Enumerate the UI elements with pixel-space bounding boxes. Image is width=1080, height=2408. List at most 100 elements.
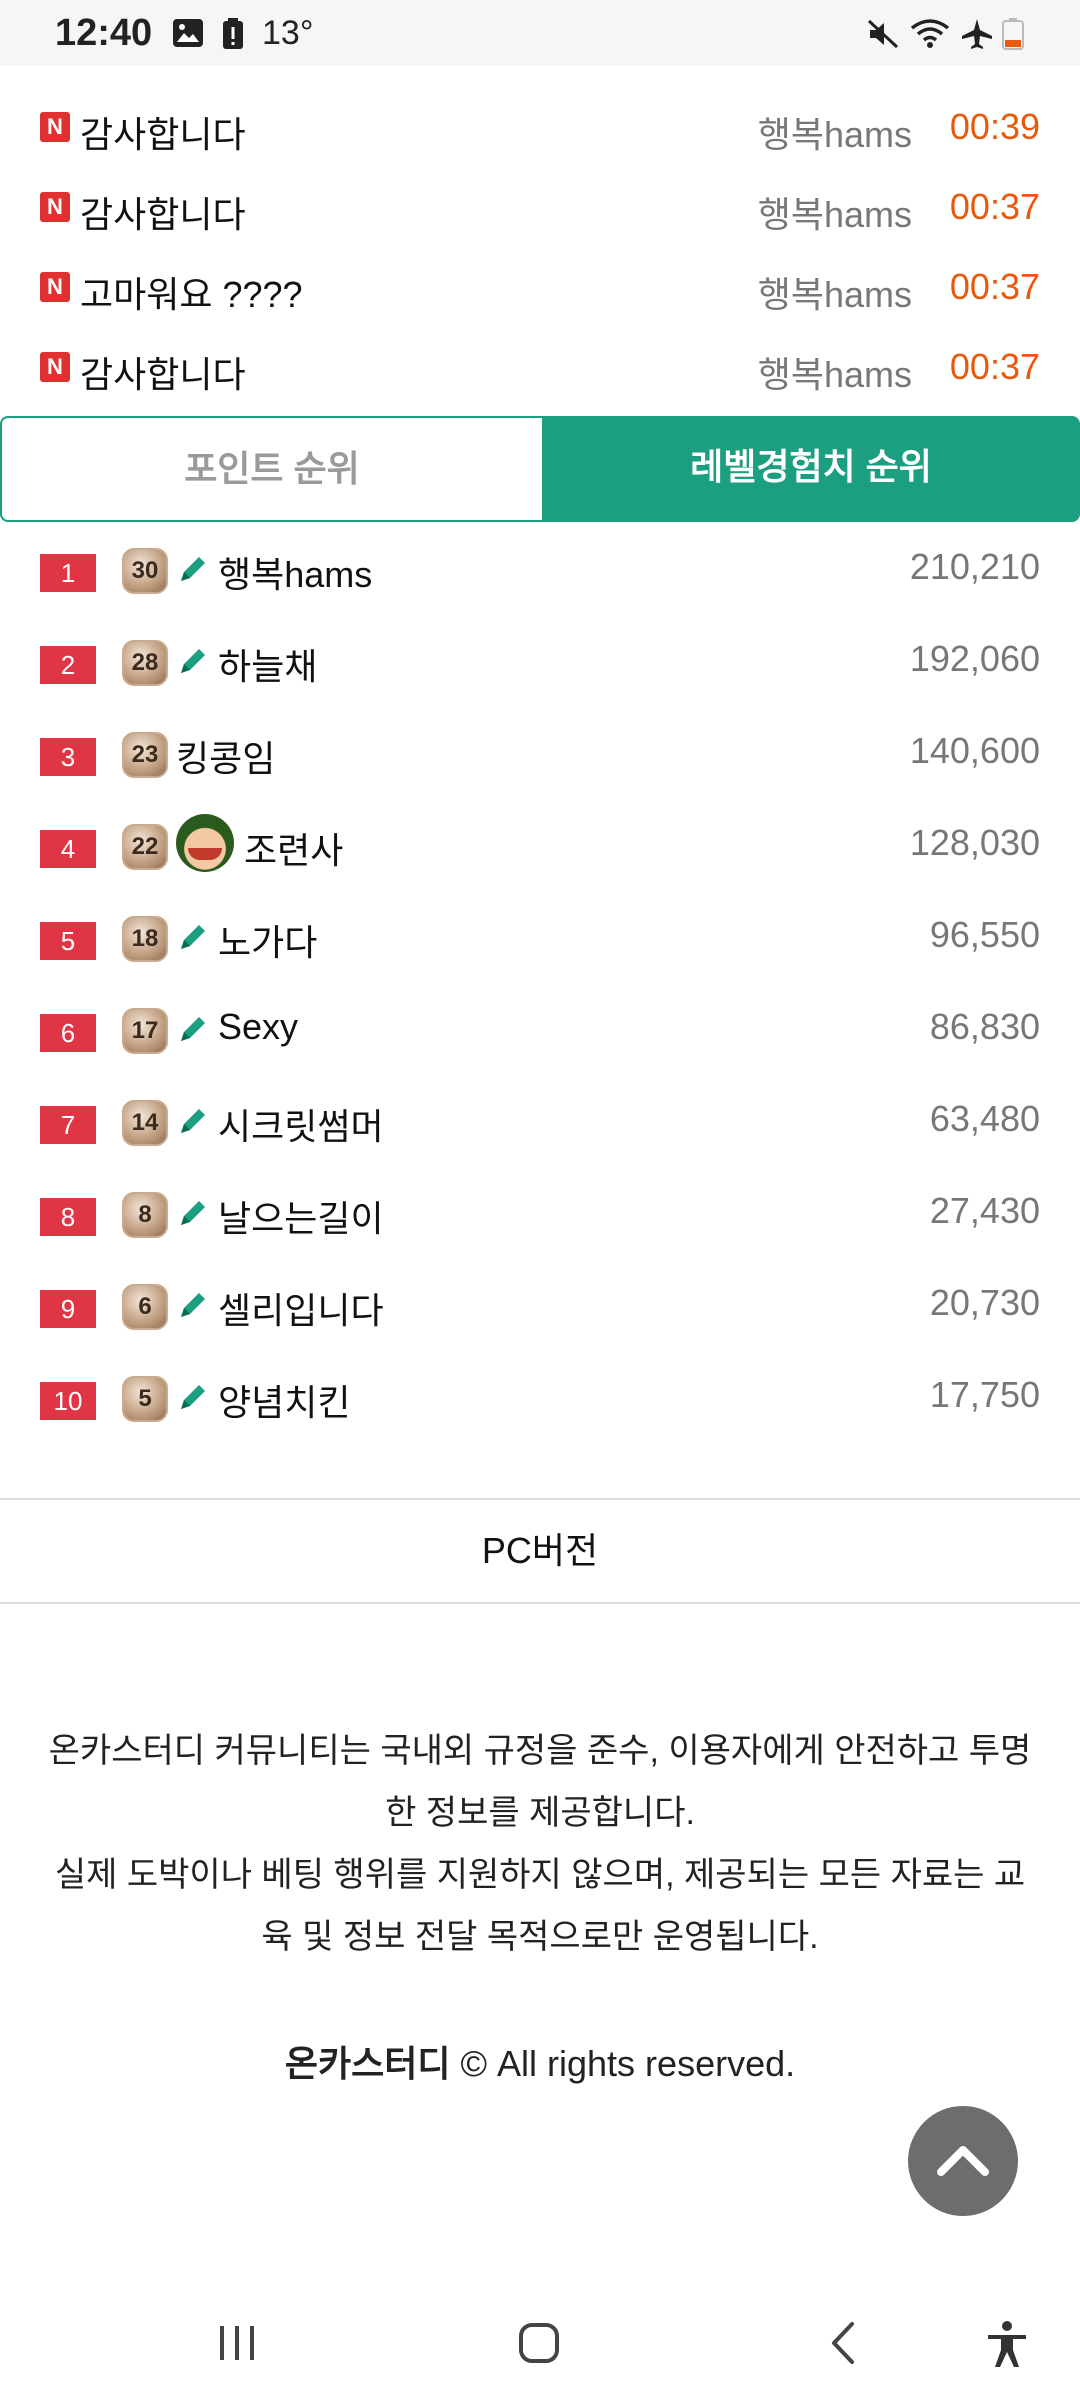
level-badge-icon: 8 <box>122 1192 168 1238</box>
pc-version-link[interactable]: PC버전 <box>0 1498 1080 1604</box>
level-badge-icon: 23 <box>122 732 168 778</box>
accessibility-icon[interactable] <box>984 2320 1030 2370</box>
member-score: 140,600 <box>909 730 1040 771</box>
ranking-row[interactable]: 3 23 킹콩임 140,600 <box>0 706 1080 798</box>
pencil-icon <box>181 649 205 673</box>
back-icon[interactable] <box>822 2320 868 2366</box>
feed-item[interactable]: N 감사합니다 행복hams 00:37 <box>0 168 1080 248</box>
member-score: 192,060 <box>909 638 1040 679</box>
pencil-icon <box>181 557 205 581</box>
member-name[interactable]: 날으는길이 <box>218 1190 384 1242</box>
chevron-up-icon <box>937 2146 989 2176</box>
feed-title[interactable]: 고마워요 ???? <box>80 266 303 318</box>
footer-line-2: 실제 도박이나 베팅 행위를 지원하지 않으며, 제공되는 모든 자료는 교육 … <box>54 1856 1026 1956</box>
new-badge: N <box>40 112 70 142</box>
tab-level-exp-ranking[interactable]: 레벨경험치 순위 <box>542 416 1080 522</box>
recent-apps-icon[interactable] <box>214 2320 260 2366</box>
new-badge: N <box>40 272 70 302</box>
member-name[interactable]: 행복hams <box>218 546 372 598</box>
footer-line-1: 온카스터디 커뮤니티는 국내외 규정을 준수, 이용자에게 안전하고 투명한 정… <box>48 1732 1032 1832</box>
pencil-icon <box>181 925 205 949</box>
footer-disclaimer: 온카스터디 커뮤니티는 국내외 규정을 준수, 이용자에게 안전하고 투명한 정… <box>40 1720 1040 1968</box>
ranking-row[interactable]: 7 14 시크릿썸머 63,480 <box>0 1074 1080 1166</box>
mute-icon <box>867 19 899 49</box>
member-name[interactable]: 시크릿썸머 <box>218 1098 384 1150</box>
footer-rights: © All rights reserved. <box>460 2043 796 2084</box>
scroll-to-top-button[interactable] <box>908 2106 1018 2216</box>
level-badge-icon: 30 <box>122 548 168 594</box>
ranking-row[interactable]: 5 18 노가다 96,550 <box>0 890 1080 982</box>
new-badge: N <box>40 352 70 382</box>
member-score: 63,480 <box>929 1098 1040 1139</box>
level-badge-icon: 6 <box>122 1284 168 1330</box>
avatar <box>176 814 234 872</box>
feed-title[interactable]: 감사합니다 <box>80 186 246 238</box>
feed-time: 00:37 <box>949 186 1040 227</box>
copyright: 온카스터디 © All rights reserved. <box>0 2035 1080 2087</box>
ranking-row[interactable]: 1 30 행복hams 210,210 <box>0 522 1080 614</box>
pencil-icon <box>181 1385 205 1409</box>
feed-item[interactable]: N 감사합니다 행복hams 00:37 <box>0 328 1080 408</box>
feed-item[interactable]: N 감사합니다 행복hams 00:39 <box>0 88 1080 168</box>
pencil-icon <box>181 1293 205 1317</box>
feed-time: 00:39 <box>949 106 1040 147</box>
feed-item[interactable]: N 고마워요 ???? 행복hams 00:37 <box>0 248 1080 328</box>
member-name[interactable]: 노가다 <box>218 914 317 966</box>
alert-icon <box>223 18 243 49</box>
level-badge-icon: 18 <box>122 916 168 962</box>
ranking-row[interactable]: 8 8 날으는길이 27,430 <box>0 1166 1080 1258</box>
ranking-row[interactable]: 10 5 양념치킨 17,750 <box>0 1350 1080 1442</box>
rank-badge: 2 <box>40 646 96 684</box>
ranking-row[interactable]: 4 22 조련사 128,030 <box>0 798 1080 890</box>
rank-badge: 6 <box>40 1014 96 1052</box>
member-score: 27,430 <box>929 1190 1040 1231</box>
feed-title[interactable]: 감사합니다 <box>80 346 246 398</box>
pencil-icon <box>181 1109 205 1133</box>
level-badge-icon: 14 <box>122 1100 168 1146</box>
new-badge: N <box>40 192 70 222</box>
home-icon[interactable] <box>516 2320 562 2366</box>
member-score: 86,830 <box>929 1006 1040 1047</box>
gallery-icon <box>173 19 203 47</box>
member-score: 17,750 <box>929 1374 1040 1415</box>
ranking-tabs: 포인트 순위 레벨경험치 순위 <box>0 416 1080 522</box>
member-score: 20,730 <box>929 1282 1040 1323</box>
member-score: 210,210 <box>909 546 1040 587</box>
feed-author: 행복hams <box>757 194 912 235</box>
status-bar: 12:40 13° <box>0 0 1080 66</box>
feed-author: 행복hams <box>757 274 912 315</box>
status-temperature: 13° <box>262 14 314 52</box>
rank-badge: 3 <box>40 738 96 776</box>
member-name[interactable]: 하늘채 <box>218 638 317 690</box>
member-name[interactable]: Sexy <box>218 1006 298 1048</box>
airplane-mode-icon <box>962 19 992 49</box>
feed-title[interactable]: 감사합니다 <box>80 106 246 158</box>
rank-badge: 5 <box>40 922 96 960</box>
rank-badge: 9 <box>40 1290 96 1328</box>
level-badge-icon: 22 <box>122 824 168 870</box>
wifi-icon <box>910 19 950 48</box>
level-badge-icon: 5 <box>122 1376 168 1422</box>
rank-badge: 4 <box>40 830 96 868</box>
feed-author: 행복hams <box>757 354 912 395</box>
rank-badge: 8 <box>40 1198 96 1236</box>
ranking-row[interactable]: 9 6 셀리입니다 20,730 <box>0 1258 1080 1350</box>
member-name[interactable]: 양념치킨 <box>218 1374 350 1426</box>
member-name[interactable]: 조련사 <box>244 822 343 874</box>
member-name[interactable]: 킹콩임 <box>176 730 275 782</box>
member-name[interactable]: 셀리입니다 <box>218 1282 384 1334</box>
feed-time: 00:37 <box>949 346 1040 387</box>
rank-badge: 7 <box>40 1106 96 1144</box>
level-badge-icon: 28 <box>122 640 168 686</box>
member-score: 96,550 <box>929 914 1040 955</box>
pencil-icon <box>181 1201 205 1225</box>
battery-icon <box>1002 18 1024 50</box>
ranking-row[interactable]: 2 28 하늘채 192,060 <box>0 614 1080 706</box>
system-nav-bar <box>0 2290 1080 2408</box>
status-time: 12:40 <box>55 12 153 54</box>
footer-brand: 온카스터디 <box>284 2043 451 2084</box>
tab-point-ranking[interactable]: 포인트 순위 <box>0 416 542 522</box>
rank-badge: 1 <box>40 554 96 592</box>
ranking-row[interactable]: 6 17 Sexy 86,830 <box>0 982 1080 1074</box>
member-score: 128,030 <box>909 822 1040 863</box>
